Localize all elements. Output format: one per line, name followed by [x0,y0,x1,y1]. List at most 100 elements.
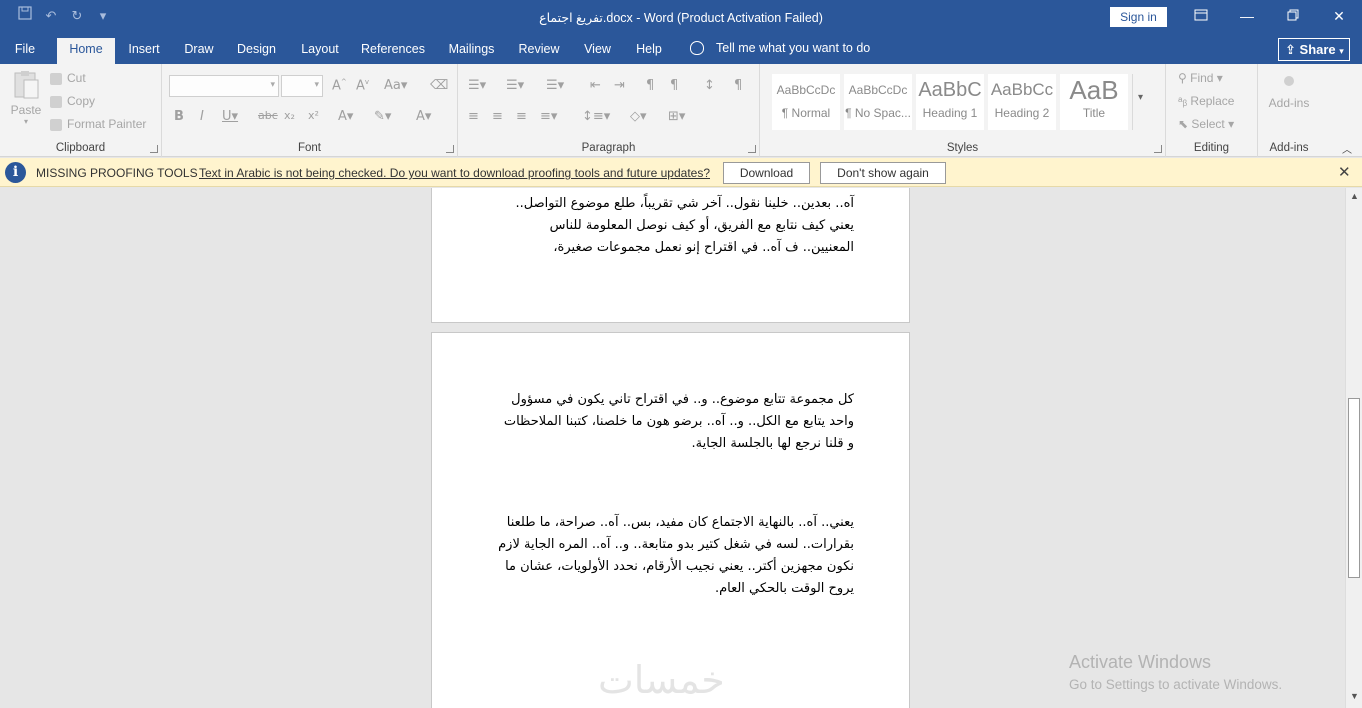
sort-icon[interactable]: ↕ [704,78,715,93]
styles-gallery-scroll[interactable]: ▾ [1132,74,1152,130]
dialog-launcher-icon[interactable] [1154,145,1162,153]
font-name-combo[interactable] [169,75,279,97]
superscript-icon[interactable]: x² [308,109,319,122]
addins-button[interactable]: Add-ins [1268,76,1310,110]
text-effects-icon[interactable]: A▾ [338,109,353,124]
collapse-ribbon-icon[interactable]: ︿ [1342,141,1352,156]
align-right-icon[interactable]: ≡ [516,109,527,124]
share-button[interactable]: ⇪ Share ▾ [1278,38,1350,61]
dialog-launcher-icon[interactable] [748,145,756,153]
tab-references[interactable]: References [360,40,426,64]
message-title: MISSING PROOFING TOOLS [36,166,198,180]
tab-help[interactable]: Help [633,40,665,64]
page-2-paragraph-1[interactable]: كل مجموعة تتابع موضوع.. و.. في اقتراح تا… [496,389,854,455]
page-2-paragraph-2[interactable]: يعني.. آه.. بالنهاية الاجتماع كان مفيد، … [496,512,854,600]
bold-icon[interactable]: B [174,109,184,124]
find-button[interactable]: ⚲ Find ▾ [1178,71,1223,85]
tab-review[interactable]: Review [516,40,562,64]
strikethrough-icon[interactable]: abc [258,109,278,122]
message-link[interactable]: Text in Arabic is not being checked. Do … [199,166,710,180]
style-no-spacing[interactable]: AaBbCcDc ¶ No Spac... [844,74,912,130]
subscript-icon[interactable]: x₂ [284,109,295,122]
copy-button[interactable]: Copy [50,94,95,108]
tab-home[interactable]: Home [57,38,115,64]
clipboard-group: Paste ▾ Cut Copy Format Painter Clipboar… [0,64,162,157]
copy-icon [50,95,62,108]
paragraph-group-label: Paragraph [581,142,636,154]
replace-label: Replace [1190,94,1235,108]
italic-icon[interactable]: I [200,109,204,124]
minimize-icon[interactable]: — [1224,5,1270,27]
vertical-scrollbar[interactable]: ▲ ▼ [1345,188,1362,708]
underline-icon[interactable]: U▾ [222,109,238,124]
pilcrow-icon[interactable]: ¶ [734,78,742,93]
format-painter-button[interactable]: Format Painter [50,117,146,131]
numbering-icon[interactable]: ☰▾ [506,78,524,93]
tab-view[interactable]: View [580,40,615,64]
page-1-paragraph[interactable]: آه.. بعدين.. خلينا نقول.. آخر شي تقريباً… [496,193,854,259]
font-color-icon[interactable]: A▾ [416,109,431,124]
scroll-down-icon[interactable]: ▼ [1350,691,1359,701]
shrink-font-icon[interactable]: Av [356,78,369,93]
style-sample: AaBbCcDc [848,83,908,97]
font-size-combo[interactable] [281,75,323,97]
share-label: Share [1299,42,1336,57]
replace-button[interactable]: ᵃᵦ Replace [1178,94,1234,108]
editing-group-label: Editing [1193,142,1230,154]
decrease-indent-icon[interactable]: ⇤ [590,78,601,93]
line-spacing-icon[interactable]: ↕≡▾ [582,109,610,124]
select-label: Select [1191,117,1225,131]
tab-layout[interactable]: Layout [297,40,343,64]
ribbon-display-icon[interactable] [1178,5,1224,27]
dont-show-again-button[interactable]: Don't show again [820,162,946,184]
paste-button[interactable]: Paste ▾ [10,70,42,126]
select-button[interactable]: ⬉ Select ▾ [1178,117,1234,131]
bullets-icon[interactable]: ☰▾ [468,78,486,93]
change-case-icon[interactable]: Aa▾ [384,78,407,93]
styles-group: AaBbCcDc ¶ Normal AaBbCcDc ¶ No Spac... … [760,64,1166,157]
dialog-launcher-icon[interactable] [150,145,158,153]
align-left-icon[interactable]: ≡ [468,109,479,124]
style-heading-1[interactable]: AaBbC Heading 1 [916,74,984,130]
download-button[interactable]: Download [723,162,810,184]
find-label: Find [1190,71,1214,85]
rtl-icon[interactable]: ¶ [670,78,678,93]
grow-font-icon[interactable]: A^ [332,78,347,93]
clear-formatting-icon[interactable]: ⌫ [430,78,448,93]
align-center-icon[interactable]: ≡ [492,109,503,124]
scrollbar-thumb[interactable] [1348,398,1360,578]
style-normal[interactable]: AaBbCcDc ¶ Normal [772,74,840,130]
title-bar: ↶ ↻ ▾ تفريغ اجتماع.docx - Word (Product … [0,0,1362,34]
font-group: A^ Av Aa▾ ⌫ B I U▾ abc x₂ x² A▾ ✎▾ A▾ Fo… [162,64,458,157]
cut-button[interactable]: Cut [50,71,86,85]
page-2: كل مجموعة تتابع موضوع.. و.. في اقتراح تا… [431,332,910,708]
sign-in-button[interactable]: Sign in [1110,7,1167,27]
tab-design[interactable]: Design [234,40,279,64]
scroll-up-icon[interactable]: ▲ [1350,191,1359,201]
style-heading-2[interactable]: AaBbCc Heading 2 [988,74,1056,130]
document-area[interactable]: آه.. بعدين.. خلينا نقول.. آخر شي تقريباً… [0,188,1345,708]
highlight-icon[interactable]: ✎▾ [374,109,391,124]
style-name: Heading 1 [922,106,978,120]
tab-insert[interactable]: Insert [124,40,164,64]
borders-icon[interactable]: ⊞▾ [668,109,685,124]
addins-button-label: Add-ins [1268,96,1310,110]
cursor-icon: ⬉ [1178,117,1192,131]
replace-icon: ᵃᵦ [1178,94,1191,108]
chevron-down-icon: ▾ [1339,46,1344,56]
dialog-launcher-icon[interactable] [446,145,454,153]
justify-icon[interactable]: ≡▾ [540,109,557,124]
tab-draw[interactable]: Draw [181,40,217,64]
increase-indent-icon[interactable]: ⇥ [614,78,625,93]
style-title[interactable]: AaB Title [1060,74,1128,130]
tab-file[interactable]: File [10,40,40,64]
multilevel-list-icon[interactable]: ☰▾ [546,78,564,93]
shading-icon[interactable]: ◇▾ [630,109,647,124]
tab-mailings[interactable]: Mailings [444,40,499,64]
restore-icon[interactable] [1270,5,1316,27]
close-icon[interactable]: ✕ [1338,163,1351,181]
tell-me-search[interactable]: Tell me what you want to do [690,41,870,55]
ltr-icon[interactable]: ¶ [646,78,654,93]
chevron-down-icon: ▾ [1138,92,1144,103]
close-icon[interactable]: ✕ [1316,5,1362,27]
